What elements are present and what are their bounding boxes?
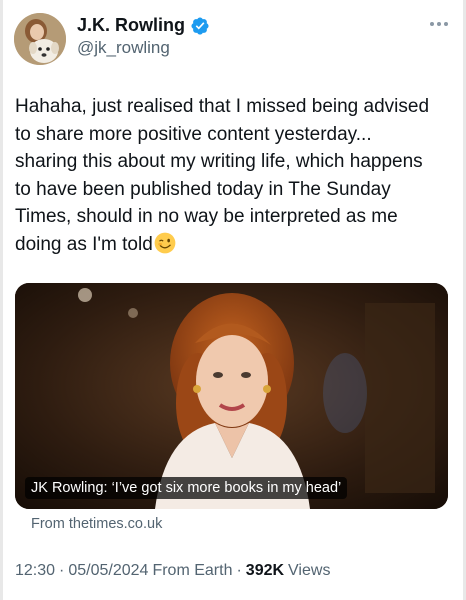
meta-separator: ·	[59, 562, 65, 579]
winking-face-icon	[154, 232, 176, 253]
author-name-row: J.K. Rowling	[77, 15, 210, 36]
tweet-location: From Earth	[152, 562, 233, 579]
meta-separator: ·	[236, 562, 242, 579]
tweet-date[interactable]: 05/05/2024	[68, 562, 148, 580]
tweet-time[interactable]: 12:30	[15, 562, 55, 580]
card-caption: JK Rowling: ‘I’ve got six more books in …	[25, 477, 348, 499]
more-options-icon[interactable]	[430, 22, 448, 26]
author-name[interactable]: J.K. Rowling	[77, 15, 185, 36]
avatar[interactable]	[14, 13, 66, 65]
views-label: Views	[288, 562, 331, 579]
author-handle[interactable]: @jk_rowling	[77, 38, 170, 58]
avatar-image	[14, 13, 66, 65]
card-source-link[interactable]: From thetimes.co.uk	[31, 516, 162, 532]
card-photo	[15, 283, 448, 509]
tweet-body: Hahaha, just realised that I missed bein…	[15, 96, 430, 255]
tweet-text: Hahaha, just realised that I missed bein…	[15, 93, 455, 258]
link-card[interactable]: JK Rowling: ‘I’ve got six more books in …	[15, 283, 448, 509]
verified-badge-icon	[191, 16, 209, 35]
left-frame-border	[0, 0, 3, 600]
tweet-meta: 12:30 · 05/05/2024 From Earth · 392K Vie…	[15, 562, 330, 580]
views-count: 392K	[245, 562, 285, 579]
